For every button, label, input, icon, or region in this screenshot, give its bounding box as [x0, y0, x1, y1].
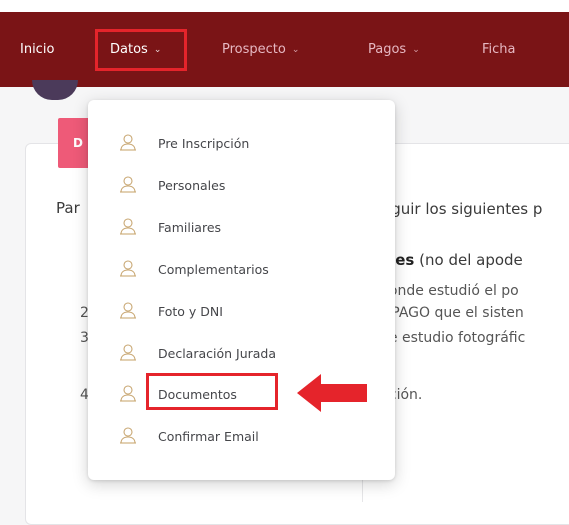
dropdown-item-declaracion-jurada[interactable]: Declaración Jurada	[88, 340, 388, 366]
instruction-line-2: donde estudió el po	[380, 283, 519, 299]
nav-item-pagos[interactable]: Pagos ⌄	[368, 12, 420, 87]
button-label: D	[73, 136, 83, 150]
dropdown-item-label: Pre Inscripción	[158, 135, 250, 151]
chevron-down-icon: ⌄	[291, 44, 300, 55]
instruction-line-4: de estudio fotográfic	[380, 330, 526, 346]
dropdown-item-familiares[interactable]: Familiares	[88, 214, 388, 240]
nav-item-ficha[interactable]: Ficha	[482, 12, 516, 87]
datos-dropdown-menu: Pre Inscripción Personales Familiares Co…	[88, 100, 395, 480]
dropdown-item-label: Foto y DNI	[158, 303, 223, 319]
documentos-highlight-box	[146, 373, 278, 410]
line-text: (no del apode	[414, 251, 523, 269]
intro-text-prefix: Par	[56, 199, 80, 217]
user-outline-icon	[120, 302, 136, 319]
user-outline-icon	[120, 134, 136, 151]
user-outline-icon	[120, 218, 136, 235]
instruction-line-3: E PAGO que el sisten	[378, 305, 524, 321]
user-outline-icon	[120, 344, 136, 361]
nav-item-inicio[interactable]: Inicio	[20, 12, 54, 87]
dropdown-item-label: Confirmar Email	[158, 428, 259, 444]
dropdown-item-label: Complementarios	[158, 261, 269, 277]
tab-indicator	[32, 80, 78, 100]
user-outline-icon	[120, 385, 136, 402]
nav-item-label: Inicio	[20, 42, 55, 57]
dropdown-item-complementarios[interactable]: Complementarios	[88, 256, 388, 282]
intro-text-suffix: eguir los siguientes p	[382, 200, 543, 218]
dropdown-item-label: Familiares	[158, 219, 222, 235]
dropdown-item-pre-inscripcion[interactable]: Pre Inscripción	[88, 130, 388, 156]
dropdown-item-confirmar-email[interactable]: Confirmar Email	[88, 423, 388, 449]
chevron-down-icon: ⌄	[412, 44, 420, 55]
user-outline-icon	[120, 176, 136, 193]
nav-item-label: Ficha	[482, 42, 516, 57]
instruction-line-1: ales (no del apode	[380, 251, 523, 269]
dropdown-item-personales[interactable]: Personales	[88, 172, 388, 198]
main-navbar: Inicio Datos ⌄ Prospecto ⌄ Pagos ⌄ Ficha	[0, 12, 569, 87]
user-outline-icon	[120, 260, 136, 277]
dropdown-item-label: Declaración Jurada	[158, 345, 277, 361]
nav-item-label: Pagos	[368, 42, 407, 57]
datos-highlight-box	[95, 29, 187, 71]
user-outline-icon	[120, 427, 136, 444]
nav-item-label: Prospecto	[222, 42, 286, 57]
arrow-left-icon	[297, 374, 367, 412]
top-strip	[0, 0, 569, 12]
nav-item-prospecto[interactable]: Prospecto ⌄	[222, 12, 299, 87]
dropdown-item-foto-dni[interactable]: Foto y DNI	[88, 298, 388, 324]
dropdown-item-label: Personales	[158, 177, 226, 193]
